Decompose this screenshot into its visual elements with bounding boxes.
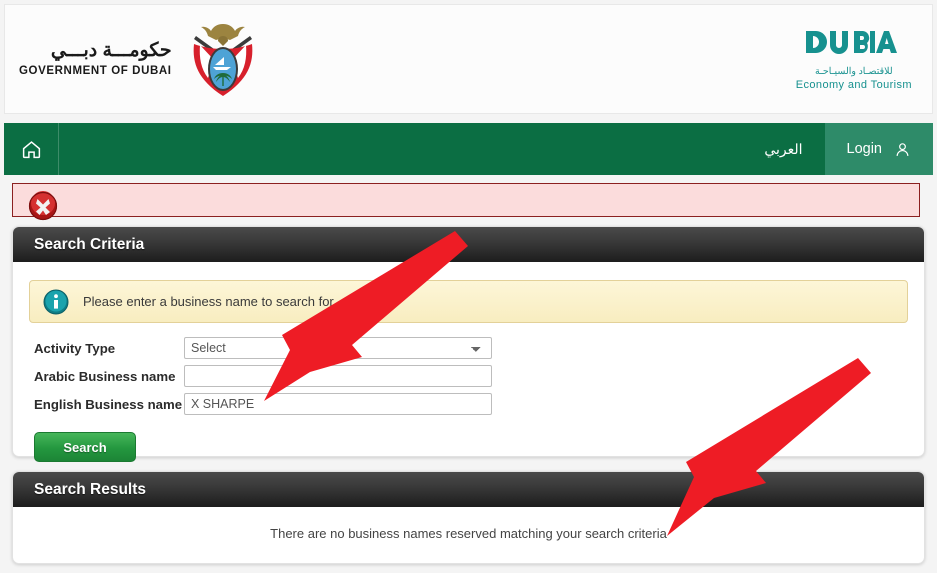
search-criteria-body: Please enter a business name to search f…: [13, 280, 924, 462]
info-notice: Please enter a business name to search f…: [29, 280, 908, 323]
dubai-wordmark: [804, 27, 904, 61]
government-logo-text: حكومـــة دبـــي GOVERNMENT OF DUBAI: [19, 40, 172, 77]
english-business-name-label: English Business name: [34, 396, 183, 412]
dubai-economy-tourism-logo: للاقتصـاد والسيـاحـة Economy and Tourism: [796, 27, 932, 91]
arabic-business-name-input[interactable]: [184, 365, 492, 387]
search-criteria-title: Search Criteria: [34, 235, 145, 253]
uae-emblem-icon: [193, 24, 252, 96]
page-root: حكومـــة دبـــي GOVERNMENT OF DUBAI للاق…: [0, 0, 937, 573]
government-of-dubai-logo: حكومـــة دبـــي GOVERNMENT OF DUBAI: [5, 16, 260, 102]
user-icon: [896, 142, 909, 156]
form-row-arabic-business-name: Arabic Business name: [34, 365, 924, 387]
activity-type-label: Activity Type: [34, 340, 116, 356]
government-english-text: GOVERNMENT OF DUBAI: [19, 64, 172, 77]
search-results-title: Search Results: [34, 480, 146, 498]
home-icon: [22, 140, 40, 158]
login-label: Login: [846, 141, 882, 157]
dubai-brand-english: Economy and Tourism: [795, 79, 912, 91]
search-criteria-header: Search Criteria: [13, 227, 924, 262]
site-header: حكومـــة دبـــي GOVERNMENT OF DUBAI للاق…: [4, 4, 933, 114]
error-alert-bar: [12, 183, 920, 221]
search-results-header: Search Results: [13, 472, 924, 507]
login-button[interactable]: Login: [824, 123, 933, 175]
form-row-activity-type: Activity Type Select: [34, 337, 924, 359]
info-circle-icon: [43, 289, 69, 314]
arabic-business-name-label: Arabic Business name: [34, 368, 176, 384]
form-row-english-business-name: English Business name: [34, 393, 924, 415]
search-results-body: There are no business names reserved mat…: [13, 507, 924, 541]
info-notice-text: Please enter a business name to search f…: [83, 294, 337, 309]
navbar-spacer: [59, 123, 742, 175]
search-results-card: Search Results There are no business nam…: [12, 471, 925, 564]
language-switch-arabic[interactable]: العربي: [742, 123, 824, 175]
main-navbar: العربي Login: [4, 123, 933, 175]
search-button[interactable]: Search: [34, 432, 136, 462]
dubai-brand-arabic: للاقتصـاد والسيـاحـة: [815, 66, 893, 77]
search-criteria-card: Search Criteria Please enter a business …: [12, 226, 925, 462]
error-circle-icon: [28, 191, 58, 221]
search-form: Activity Type Select Arabic Business nam…: [34, 337, 924, 462]
activity-type-select[interactable]: Select: [184, 337, 492, 359]
government-arabic-text: حكومـــة دبـــي: [50, 40, 172, 62]
home-nav-button[interactable]: [4, 123, 59, 175]
english-business-name-input[interactable]: [184, 393, 492, 415]
search-results-empty-message: There are no business names reserved mat…: [270, 526, 667, 541]
